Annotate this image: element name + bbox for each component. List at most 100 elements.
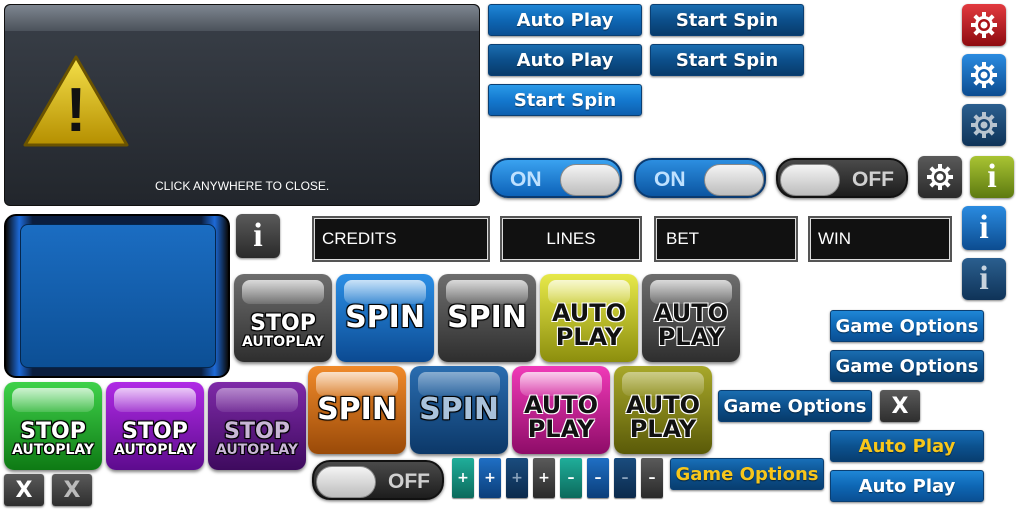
info-button-green[interactable]: i <box>970 156 1014 198</box>
info-button-gray[interactable]: i <box>236 214 280 258</box>
plus-icon: + <box>457 470 469 486</box>
auto-play-button[interactable]: Auto Play <box>488 4 642 36</box>
toggle-knob[interactable] <box>704 164 764 196</box>
spin-button-gray[interactable]: SPIN <box>438 274 536 362</box>
tile-label: SPIN <box>447 300 527 335</box>
reel-window <box>20 224 216 368</box>
auto-play-button-yellow[interactable]: AUTO PLAY <box>540 274 638 362</box>
tile-label: STOP <box>122 419 188 444</box>
auto-play-button-gray[interactable]: AUTO PLAY <box>642 274 740 362</box>
minus-icon: – <box>648 470 656 486</box>
minus-icon: – <box>567 470 575 486</box>
stop-autoplay-button-gray[interactable]: STOP AUTOPLAY <box>234 274 332 362</box>
tile-sublabel: PLAY <box>555 323 623 351</box>
toggle-knob[interactable] <box>780 164 840 196</box>
close-button-disabled[interactable]: X <box>52 474 92 506</box>
toggle-label: OFF <box>852 168 894 191</box>
credits-box: CREDITS <box>312 216 490 262</box>
warning-icon: ! <box>23 55 129 147</box>
info-button-blue[interactable]: i <box>962 206 1006 250</box>
minus-button-gray[interactable]: – <box>641 458 663 498</box>
plus-icon: + <box>511 470 523 486</box>
tile-sublabel: PLAY <box>629 415 697 443</box>
settings-button-gray[interactable] <box>918 156 962 198</box>
settings-button-navy[interactable] <box>962 104 1006 146</box>
plus-icon: + <box>484 470 496 486</box>
plus-button-gray[interactable]: + <box>533 458 555 498</box>
game-options-button-alt[interactable]: Game Options <box>718 390 872 422</box>
spin-button-blue[interactable]: SPIN <box>336 274 434 362</box>
game-options-button-pressed[interactable]: Game Options <box>830 350 984 382</box>
auto-play-button-pressed[interactable]: Auto Play <box>488 44 642 76</box>
toggle-knob[interactable] <box>560 164 620 196</box>
tile-label: SPIN <box>419 392 499 427</box>
tile-label: AUTO <box>625 391 701 419</box>
info-icon: i <box>979 260 989 297</box>
tile-label: AUTO <box>653 299 729 327</box>
bet-label: BET <box>666 229 700 248</box>
tile-label: SPIN <box>345 300 425 335</box>
info-button-navy[interactable]: i <box>962 258 1006 300</box>
game-options-button[interactable]: Game Options <box>830 310 984 342</box>
settings-button-red[interactable] <box>962 4 1006 46</box>
warning-dialog[interactable]: ! CLICK ANYWHERE TO CLOSE. <box>4 4 480 206</box>
tile-sublabel: PLAY <box>657 323 725 351</box>
tile-label: STOP <box>224 419 290 444</box>
plus-icon: + <box>538 470 550 486</box>
close-icon: X <box>63 477 81 503</box>
tile-label: AUTO <box>551 299 627 327</box>
gear-icon <box>971 112 997 138</box>
lines-box: LINES <box>500 216 642 262</box>
minus-icon: – <box>594 470 602 486</box>
tile-label: SPIN <box>317 392 397 427</box>
tile-label: STOP <box>20 419 86 444</box>
dialog-titlebar <box>5 5 479 31</box>
start-spin-button-pressed[interactable]: Start Spin <box>650 44 804 76</box>
auto-play-button-pink[interactable]: AUTO PLAY <box>512 366 610 454</box>
plus-button-navy[interactable]: + <box>506 458 528 498</box>
tile-sublabel: AUTOPLAY <box>215 442 299 458</box>
tile-sublabel: AUTOPLAY <box>11 442 95 458</box>
toggle-on-light[interactable]: ON <box>490 158 622 198</box>
dialog-message: CLICK ANYWHERE TO CLOSE. <box>155 179 330 193</box>
toggle-label: OFF <box>388 470 430 493</box>
start-spin-button[interactable]: Start Spin <box>650 4 804 36</box>
auto-play-button-blue[interactable]: Auto Play <box>830 470 984 502</box>
settings-button-blue[interactable] <box>962 54 1006 96</box>
tile-sublabel: AUTOPLAY <box>113 442 197 458</box>
credits-label: CREDITS <box>322 229 397 248</box>
spin-button-orange[interactable]: SPIN <box>308 366 406 454</box>
toggle-off[interactable]: OFF <box>776 158 908 198</box>
minus-icon: – <box>621 470 629 486</box>
start-spin-button-hover[interactable]: Start Spin <box>488 84 642 116</box>
stop-autoplay-button-purple[interactable]: STOP AUTOPLAY <box>106 382 204 470</box>
plus-button-green[interactable]: + <box>452 458 474 498</box>
close-button[interactable]: X <box>4 474 44 506</box>
close-icon: X <box>891 393 909 419</box>
stop-autoplay-button-dark-purple[interactable]: STOP AUTOPLAY <box>208 382 306 470</box>
gear-icon <box>971 12 997 38</box>
bet-box: BET <box>654 216 798 262</box>
game-options-button-gold[interactable]: Game Options <box>670 458 824 490</box>
tile-sublabel: PLAY <box>527 415 595 443</box>
spin-button-navy[interactable]: SPIN <box>410 366 508 454</box>
info-icon: i <box>987 158 997 195</box>
plus-button-blue[interactable]: + <box>479 458 501 498</box>
toggle-on-dark[interactable]: ON <box>634 158 766 198</box>
gear-icon <box>971 62 997 88</box>
tile-label: STOP <box>250 311 316 336</box>
gear-icon <box>927 164 953 190</box>
minus-button-navy[interactable]: – <box>614 458 636 498</box>
minus-button-blue[interactable]: – <box>587 458 609 498</box>
toggle-label: ON <box>654 168 686 191</box>
minus-button-green[interactable]: – <box>560 458 582 498</box>
toggle-off-small[interactable]: OFF <box>312 460 444 500</box>
lines-label: LINES <box>546 229 596 248</box>
win-box: WIN <box>808 216 952 262</box>
auto-play-button-gold[interactable]: Auto Play <box>830 430 984 462</box>
close-button[interactable]: X <box>880 390 920 422</box>
stop-autoplay-button-green[interactable]: STOP AUTOPLAY <box>4 382 102 470</box>
auto-play-button-olive[interactable]: AUTO PLAY <box>614 366 712 454</box>
svg-text:!: ! <box>66 76 87 145</box>
toggle-knob[interactable] <box>316 466 376 498</box>
